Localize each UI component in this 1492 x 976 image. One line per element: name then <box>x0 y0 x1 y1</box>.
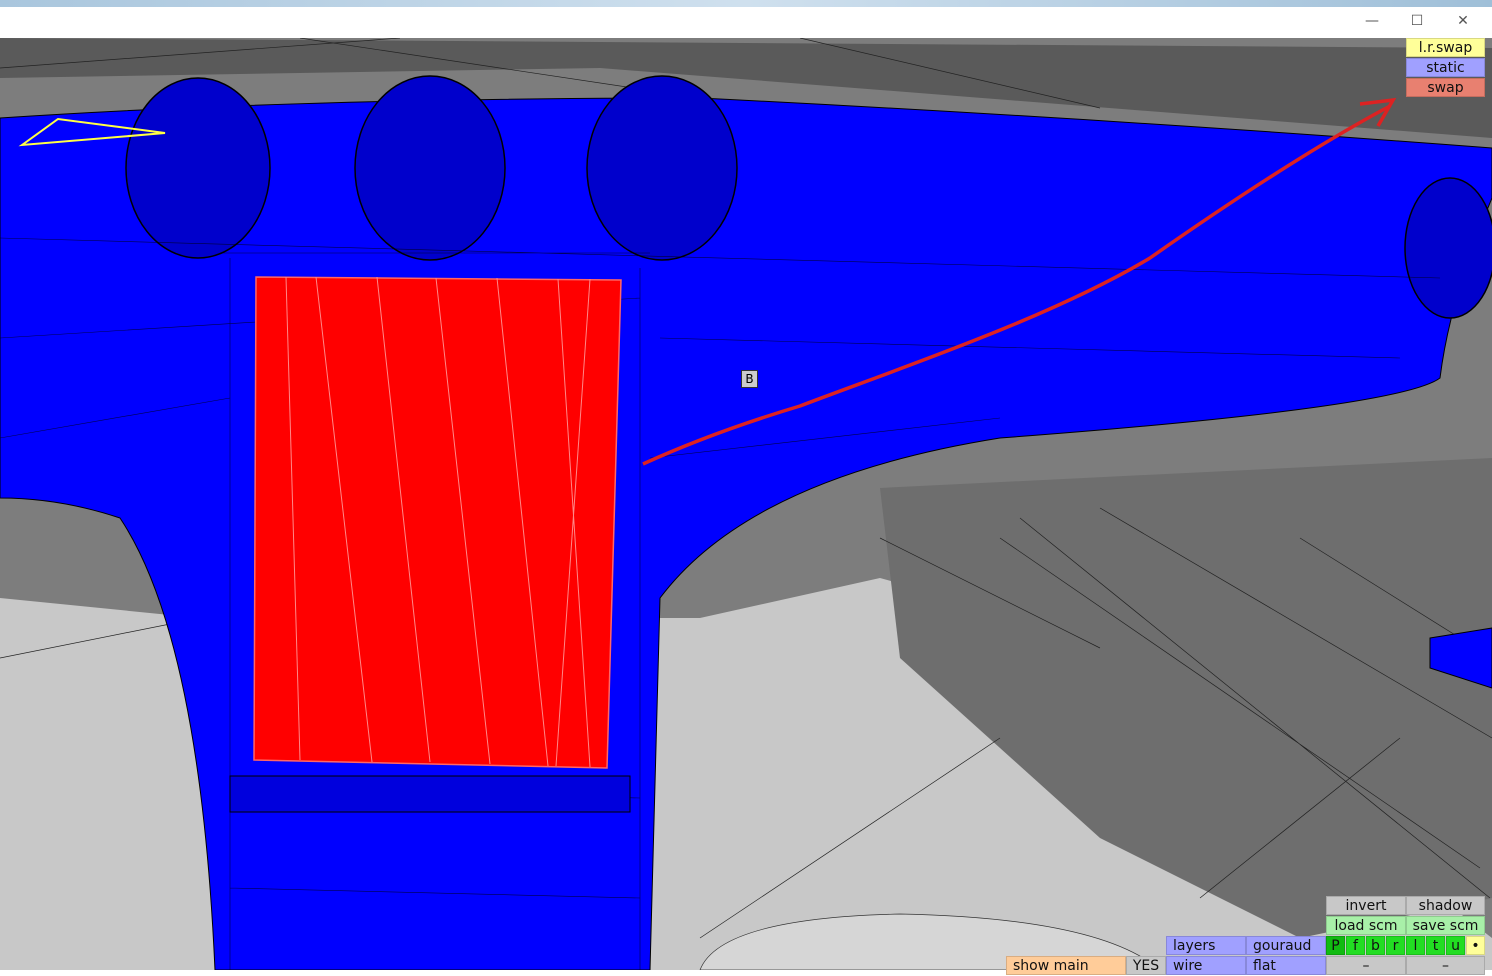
minimize-icon[interactable]: — <box>1357 10 1387 32</box>
load-scm-button[interactable]: load scm <box>1326 916 1406 935</box>
vent-2[interactable] <box>354 75 506 261</box>
vent-4[interactable] <box>1404 177 1492 319</box>
view-u-button[interactable]: u <box>1446 936 1465 955</box>
invert-button[interactable]: invert <box>1326 896 1406 915</box>
close-icon[interactable]: ✕ <box>1448 10 1478 32</box>
lower-slot <box>229 775 631 813</box>
scene[interactable] <box>0 38 1492 970</box>
view-p-button[interactable]: P <box>1326 936 1345 955</box>
marker-b[interactable]: B <box>741 370 758 388</box>
window-titlebar: — ☐ ✕ <box>0 0 1492 39</box>
view-dot-button[interactable]: • <box>1466 936 1485 955</box>
maximize-icon[interactable]: ☐ <box>1402 10 1432 32</box>
show-main-button[interactable]: show main <box>1006 956 1126 975</box>
desktop-strip <box>0 0 1492 7</box>
view-r-button[interactable]: r <box>1386 936 1405 955</box>
view-f-button[interactable]: f <box>1346 936 1365 955</box>
minus-button-2[interactable]: – <box>1406 956 1485 975</box>
lr-swap-button[interactable]: l.r.swap <box>1406 38 1485 57</box>
view-l-button[interactable]: l <box>1406 936 1425 955</box>
vent-1[interactable] <box>125 77 271 259</box>
swap-button[interactable]: swap <box>1406 78 1485 97</box>
layers-button[interactable]: layers <box>1166 936 1246 955</box>
3d-viewport[interactable]: B <box>0 38 1492 970</box>
shadow-button[interactable]: shadow <box>1406 896 1485 915</box>
yes-button[interactable]: YES <box>1126 956 1166 975</box>
save-scm-button[interactable]: save scm <box>1406 916 1485 935</box>
red-screen[interactable] <box>253 276 622 769</box>
view-b-button[interactable]: b <box>1366 936 1385 955</box>
view-t-button[interactable]: t <box>1426 936 1445 955</box>
flat-button[interactable]: flat <box>1246 956 1326 975</box>
static-button[interactable]: static <box>1406 58 1485 77</box>
vent-3[interactable] <box>586 75 738 261</box>
gouraud-button[interactable]: gouraud <box>1246 936 1326 955</box>
minus-button-1[interactable]: – <box>1326 956 1406 975</box>
wire-button[interactable]: wire <box>1166 956 1246 975</box>
